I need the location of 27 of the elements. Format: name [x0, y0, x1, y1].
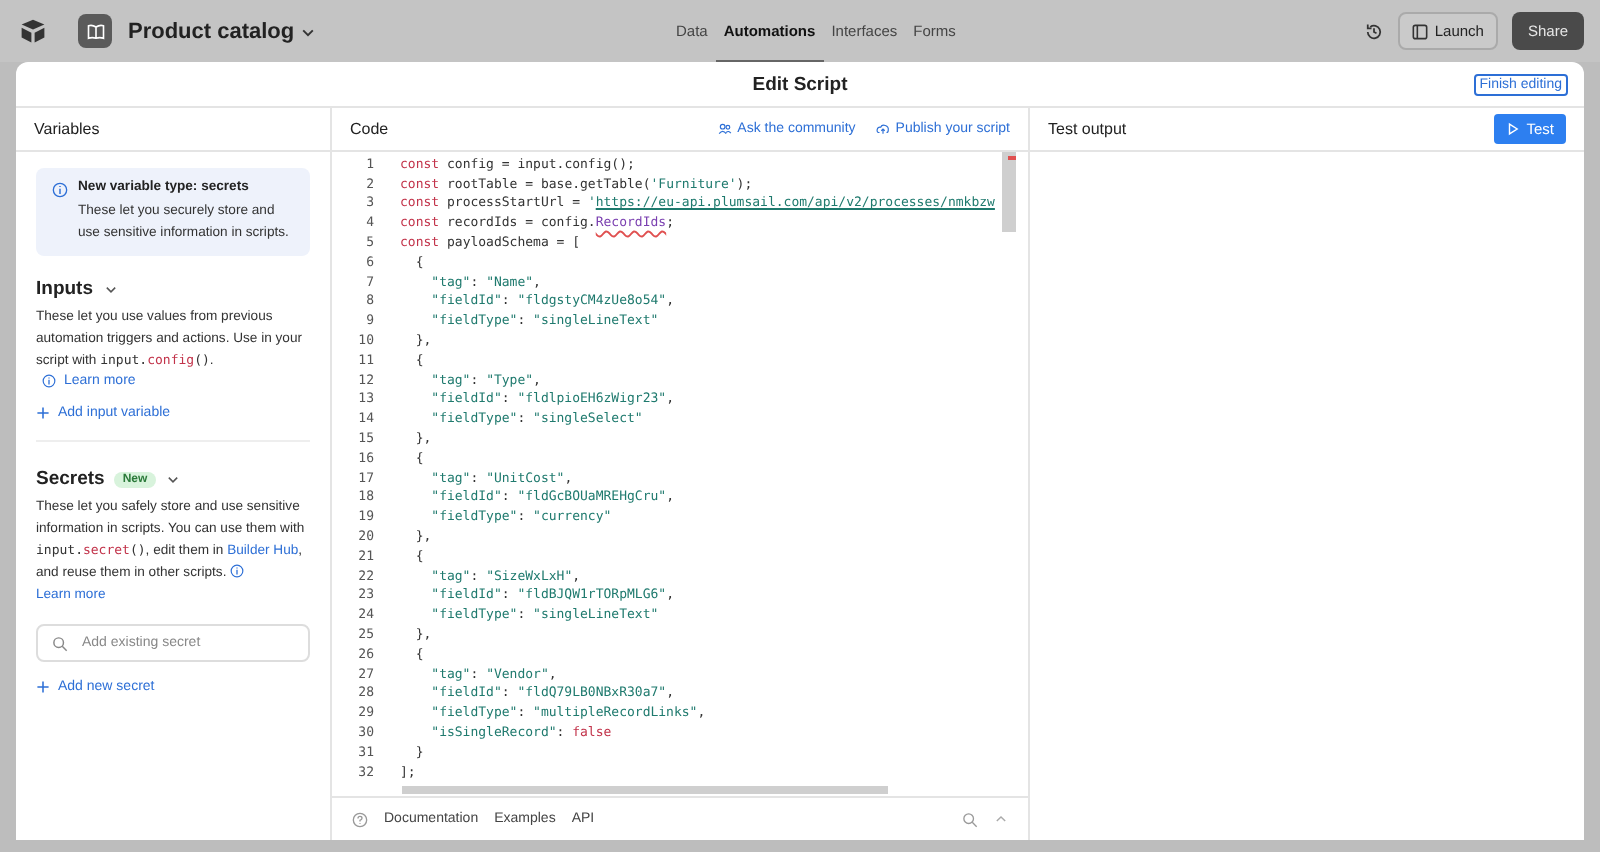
chevron-up-icon[interactable] [994, 812, 1008, 826]
section-title: Inputs [36, 278, 93, 300]
base-name-dropdown[interactable]: Product catalog [128, 19, 317, 43]
scrollbar[interactable] [1002, 152, 1016, 232]
play-icon [1506, 122, 1521, 136]
section-title: Secrets [36, 468, 105, 490]
plus-icon [36, 406, 50, 420]
book-icon[interactable] [78, 14, 112, 48]
info-icon [42, 374, 56, 388]
plus-icon [36, 680, 50, 694]
upload-icon [875, 122, 890, 136]
logo-icon[interactable] [20, 18, 46, 44]
panel-title: Code [350, 120, 389, 138]
help-icon[interactable] [352, 811, 368, 827]
panel-title: Variables [34, 120, 100, 138]
info-icon [230, 564, 245, 578]
search-icon[interactable] [962, 811, 978, 827]
window-icon [1412, 23, 1429, 39]
dialog-title: Edit Script [752, 73, 848, 95]
panel-title: Test output [1048, 120, 1127, 138]
chevron-down-icon[interactable] [103, 282, 117, 296]
chevron-down-icon[interactable] [165, 472, 180, 486]
people-icon [717, 122, 732, 136]
search-icon [52, 635, 68, 651]
error-marker [1008, 156, 1016, 160]
info-icon [52, 182, 68, 198]
history-icon[interactable] [1364, 21, 1385, 41]
